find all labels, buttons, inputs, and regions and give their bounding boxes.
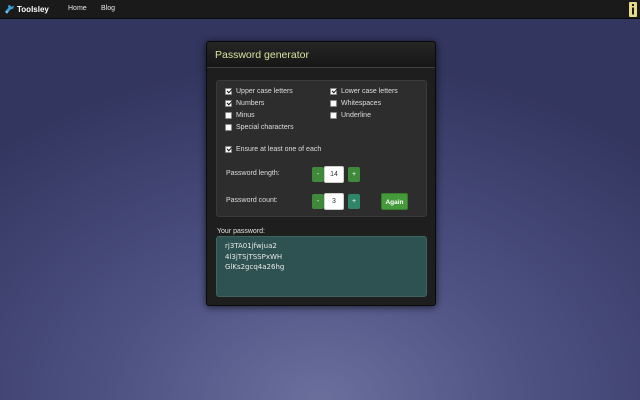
option-label: Lower case letters bbox=[341, 87, 398, 95]
info-icon[interactable] bbox=[629, 2, 637, 17]
option-label: Special characters bbox=[236, 123, 294, 131]
password-count-input[interactable]: 3 bbox=[324, 193, 344, 210]
option-label: Ensure at least one of each bbox=[236, 145, 322, 153]
password-generator-panel: Password generator Upper case letters Lo… bbox=[206, 41, 436, 306]
nav-link-home[interactable]: Home bbox=[68, 5, 87, 12]
toolsley-logo-icon bbox=[4, 4, 15, 14]
brand-link[interactable]: Toolsley bbox=[4, 3, 49, 16]
option-whitespaces[interactable]: Whitespaces bbox=[330, 98, 381, 108]
option-label: Upper case letters bbox=[236, 87, 293, 95]
option-lower-case[interactable]: Lower case letters bbox=[330, 86, 398, 96]
option-underline[interactable]: Underline bbox=[330, 110, 371, 120]
again-button[interactable]: Again bbox=[381, 193, 408, 210]
checkbox-numbers[interactable] bbox=[225, 99, 232, 107]
your-password-label: Your password: bbox=[217, 228, 265, 235]
brand-name: Toolsley bbox=[17, 5, 49, 14]
checkbox-lower-case[interactable] bbox=[330, 87, 337, 95]
checkbox-whitespaces[interactable] bbox=[330, 99, 337, 107]
top-navbar: Toolsley Home Blog bbox=[0, 0, 640, 19]
password-output-area[interactable]: rj3TA01jfwjua2 4l3jTSjTSSPxWH GlKs2gcq4a… bbox=[216, 236, 427, 297]
password-length-label: Password length: bbox=[226, 170, 280, 177]
option-label: Minus bbox=[236, 111, 255, 119]
length-increase-button[interactable]: + bbox=[348, 167, 360, 182]
option-minus[interactable]: Minus bbox=[225, 110, 255, 120]
nav-link-blog[interactable]: Blog bbox=[101, 5, 115, 12]
option-numbers[interactable]: Numbers bbox=[225, 98, 264, 108]
checkbox-special-characters[interactable] bbox=[225, 123, 232, 131]
count-decrease-button[interactable]: - bbox=[312, 194, 324, 209]
panel-header: Password generator bbox=[207, 42, 435, 68]
option-label: Whitespaces bbox=[341, 99, 382, 107]
checkbox-upper-case[interactable] bbox=[225, 87, 232, 95]
password-count-label: Password count: bbox=[226, 197, 278, 204]
password-line[interactable]: GlKs2gcq4a26hg bbox=[225, 262, 426, 273]
option-special-characters[interactable]: Special characters bbox=[225, 122, 294, 132]
checkbox-underline[interactable] bbox=[330, 111, 337, 119]
length-decrease-button[interactable]: - bbox=[312, 167, 324, 182]
checkbox-minus[interactable] bbox=[225, 111, 232, 119]
option-label: Numbers bbox=[236, 99, 265, 107]
options-box: Upper case letters Lower case letters Nu… bbox=[216, 80, 427, 217]
option-upper-case[interactable]: Upper case letters bbox=[225, 86, 293, 96]
password-length-input[interactable]: 14 bbox=[324, 166, 344, 183]
password-line[interactable]: rj3TA01jfwjua2 bbox=[225, 241, 426, 252]
password-line[interactable]: 4l3jTSjTSSPxWH bbox=[225, 252, 426, 263]
option-ensure-each[interactable]: Ensure at least one of each bbox=[225, 144, 321, 154]
option-label: Underline bbox=[341, 111, 371, 119]
count-increase-button[interactable]: + bbox=[348, 194, 360, 209]
panel-title: Password generator bbox=[215, 49, 309, 61]
checkbox-ensure-each[interactable] bbox=[225, 145, 232, 153]
